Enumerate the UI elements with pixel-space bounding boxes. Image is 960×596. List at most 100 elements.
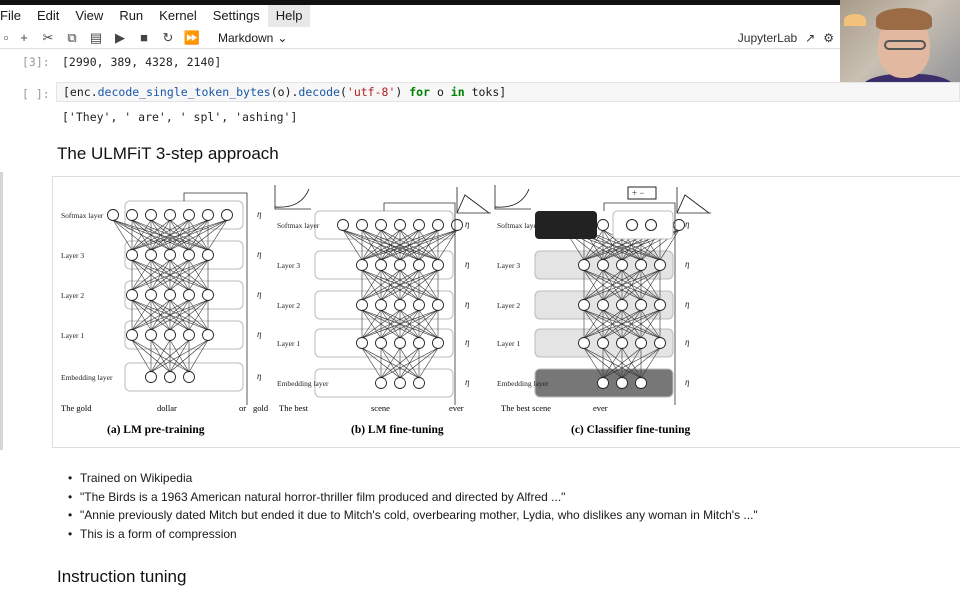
menu-settings[interactable]: Settings xyxy=(205,5,268,27)
menu-help[interactable]: Help xyxy=(267,5,311,27)
neuron-node xyxy=(578,299,590,311)
neuron-node xyxy=(635,337,647,349)
layer-label: Embedding layer xyxy=(497,379,549,388)
neuron-node xyxy=(432,299,444,311)
neuron-node xyxy=(394,259,406,271)
neuron-node xyxy=(202,209,214,221)
layer-label: Layer 3 xyxy=(277,261,300,270)
gear-icon[interactable]: ⚙ xyxy=(823,31,834,45)
neuron-node xyxy=(432,259,444,271)
layer-label: Layer 1 xyxy=(277,339,300,348)
heading-ulmfit: The ULMFiT 3-step approach xyxy=(57,144,279,163)
input-word: or xyxy=(239,403,246,413)
neuron-node xyxy=(107,209,119,221)
neuron-node xyxy=(413,259,425,271)
code-token: o xyxy=(430,85,451,99)
code-token: in xyxy=(450,85,465,99)
fast-forward-icon[interactable]: ⏩ xyxy=(180,27,204,49)
menu-file[interactable]: File xyxy=(0,5,29,27)
menu-kernel[interactable]: Kernel xyxy=(151,5,205,27)
slanted-triangular-lr xyxy=(676,194,710,214)
cell-type-select[interactable]: Markdown ⌄ xyxy=(218,31,287,45)
menu-run[interactable]: Run xyxy=(111,5,151,27)
neuron-node xyxy=(183,249,195,261)
neuron-node xyxy=(183,371,195,383)
classifier-box xyxy=(612,210,674,240)
paste-icon[interactable]: ▤ xyxy=(84,27,108,49)
neuron-node xyxy=(356,337,368,349)
neuron-node xyxy=(164,209,176,221)
code-token: decode xyxy=(298,85,340,99)
neuron-node xyxy=(221,209,233,221)
eta-label: η xyxy=(465,337,470,347)
eta-label: η xyxy=(465,299,470,309)
neuron-node xyxy=(635,377,647,389)
neuron-node xyxy=(394,219,406,231)
neuron-node xyxy=(183,209,195,221)
neuron-node xyxy=(145,209,157,221)
add-cell-icon[interactable]: + xyxy=(12,27,36,49)
neuron-node xyxy=(337,219,349,231)
save-icon[interactable]: ▫ xyxy=(0,27,12,49)
neuron-node xyxy=(635,299,647,311)
panel-caption: (b) LM fine-tuning xyxy=(351,424,444,436)
eta-label: η xyxy=(685,299,690,309)
cut-icon[interactable]: ✂ xyxy=(36,27,60,49)
restart-icon[interactable]: ↻ xyxy=(156,27,180,49)
neuron-node xyxy=(183,329,195,341)
jupyterlab-link[interactable]: JupyterLab ↗ ⚙ xyxy=(738,27,834,49)
neuron-node xyxy=(394,299,406,311)
neuron-node xyxy=(654,299,666,311)
neuron-node xyxy=(126,209,138,221)
code-token: toks] xyxy=(464,85,507,99)
menu-bar: File Edit View Run Kernel Settings Help xyxy=(0,5,840,27)
output-prompt: [3]: xyxy=(22,55,50,69)
layer-label: Layer 1 xyxy=(61,331,84,340)
layer-label: Embedding layer xyxy=(61,373,113,382)
input-word: ever xyxy=(593,403,608,413)
neuron-node xyxy=(375,337,387,349)
input-word: gold xyxy=(253,403,269,413)
jupyterlab-label: JupyterLab xyxy=(737,31,798,45)
copy-icon[interactable]: ⧉ xyxy=(60,27,84,49)
neuron-node xyxy=(202,289,214,301)
eta-label: η xyxy=(685,259,690,269)
layer-label: Layer 2 xyxy=(277,301,300,310)
neuron-node xyxy=(394,337,406,349)
neuron-node xyxy=(145,329,157,341)
eta-label: η xyxy=(257,371,262,381)
run-icon[interactable]: ▶ xyxy=(108,27,132,49)
layer-label: Layer 3 xyxy=(497,261,520,270)
neuron-node xyxy=(126,329,138,341)
frozen-softmax-box xyxy=(535,211,597,239)
eta-label: η xyxy=(685,337,690,347)
slanted-triangular-lr xyxy=(456,194,490,214)
output-text: [2990, 389, 4328, 2140] xyxy=(62,55,222,69)
list-item: "Annie previously dated Mitch but ended … xyxy=(66,506,758,525)
neuron-node xyxy=(126,249,138,261)
external-link-icon: ↗ xyxy=(805,31,816,45)
neuron-node xyxy=(164,329,176,341)
layer-label: Layer 1 xyxy=(497,339,520,348)
eta-label: η xyxy=(257,289,262,299)
active-cell-indicator xyxy=(0,172,3,450)
stop-icon[interactable]: ■ xyxy=(132,27,156,49)
code-token: ( xyxy=(339,85,347,99)
heading-instruction: Instruction tuning xyxy=(57,567,187,586)
bullet-list: Trained on Wikipedia "The Birds is a 196… xyxy=(66,469,758,543)
code-output: ['They', ' are', ' spl', 'ashing'] xyxy=(62,110,298,124)
neuron-node xyxy=(432,219,444,231)
neuron-node xyxy=(356,299,368,311)
neuron-node xyxy=(413,377,425,389)
neuron-node xyxy=(635,259,647,271)
neuron-node xyxy=(356,259,368,271)
layer-label: Layer 3 xyxy=(61,251,84,260)
menu-view[interactable]: View xyxy=(67,5,111,27)
eta-label: η xyxy=(257,249,262,259)
input-word: scene xyxy=(371,403,390,413)
neuron-node xyxy=(597,337,609,349)
menu-edit[interactable]: Edit xyxy=(29,5,67,27)
neuron-node xyxy=(616,259,628,271)
notebook-toolbar: ▫ + ✂ ⧉ ▤ ▶ ■ ↻ ⏩ Markdown ⌄ JupyterLab … xyxy=(0,27,840,49)
code-cell[interactable]: [enc.decode_single_token_bytes(o).decode… xyxy=(56,82,960,102)
